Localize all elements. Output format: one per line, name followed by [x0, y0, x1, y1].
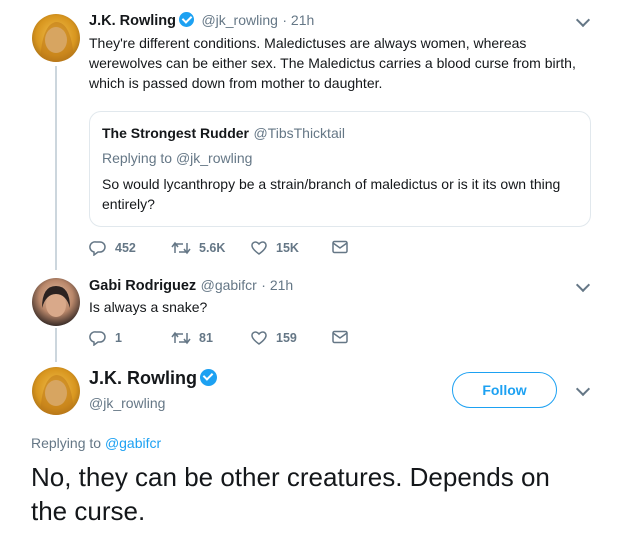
- chevron-down-icon[interactable]: [575, 277, 591, 293]
- reply-icon: [89, 331, 106, 346]
- follow-button[interactable]: Follow: [452, 372, 557, 408]
- timestamp[interactable]: · 21h: [282, 12, 314, 28]
- chevron-down-icon[interactable]: [575, 381, 591, 397]
- like-button[interactable]: 159: [250, 330, 297, 346]
- author-name[interactable]: J.K. Rowling: [89, 368, 197, 388]
- reply-count: 452: [115, 241, 136, 255]
- reply-button[interactable]: 1: [89, 330, 122, 346]
- tweet-header: J.K. Rowling @jk_rowling · 21h: [89, 12, 314, 30]
- author-handle[interactable]: @gabifcr: [201, 277, 257, 293]
- chevron-down-icon[interactable]: [575, 12, 591, 28]
- tweet-text-line: which is passed down from mother to daug…: [89, 75, 383, 91]
- follow-label: Follow: [482, 382, 527, 398]
- tweet-text-line: werewolves can be either sex. The Maledi…: [89, 55, 576, 71]
- tweet-text-line: They're different conditions. Maledictus…: [89, 35, 527, 51]
- like-icon: [251, 241, 267, 255]
- tweet-header: J.K. Rowling: [89, 368, 217, 389]
- dm-icon: [332, 240, 348, 254]
- main-tweet-text-line: No, they can be other creatures. Depends…: [31, 462, 550, 492]
- tweet-text: Is always a snake?: [89, 299, 208, 315]
- thread-line: [55, 66, 57, 270]
- quote-text-line: entirely?: [102, 196, 155, 212]
- tweet-header: Gabi Rodriguez @gabifcr · 21h: [89, 277, 293, 295]
- quote-author-name: The Strongest Rudder: [102, 125, 250, 141]
- avatar-image: [42, 286, 70, 317]
- dm-button[interactable]: [332, 330, 356, 344]
- replying-label: Replying to: [102, 150, 173, 166]
- main-tweet-text: No, they can be other creatures. Depends…: [31, 460, 611, 528]
- like-count: 159: [276, 331, 297, 345]
- reply-button[interactable]: 452: [89, 240, 136, 256]
- retweet-button[interactable]: 5.6K: [171, 240, 225, 256]
- retweet-icon: [171, 241, 191, 255]
- quote-header: The Strongest Rudder @TibsThicktail: [102, 125, 345, 143]
- author-handle[interactable]: @jk_rowling: [89, 395, 165, 411]
- main-tweet-text-line: the curse.: [31, 496, 146, 526]
- quote-author-handle: @TibsThicktail: [253, 125, 345, 141]
- quote-text-line: So would lycanthropy be a strain/branch …: [102, 176, 561, 192]
- like-icon: [251, 331, 267, 345]
- avatar[interactable]: [32, 14, 80, 62]
- avatar[interactable]: [32, 367, 80, 415]
- reply-icon: [89, 241, 106, 256]
- quoted-tweet[interactable]: The Strongest Rudder @TibsThicktail Repl…: [89, 111, 591, 227]
- retweet-button[interactable]: 81: [171, 330, 213, 346]
- dm-button[interactable]: [332, 240, 356, 254]
- reply-count: 1: [115, 331, 122, 345]
- like-count: 15K: [276, 241, 299, 255]
- replying-to: Replying to @gabifcr: [31, 435, 161, 451]
- author-name[interactable]: J.K. Rowling: [89, 13, 176, 29]
- author-handle[interactable]: @jk_rowling: [201, 12, 277, 28]
- avatar-image: [40, 22, 74, 62]
- quote-replying-to: Replying to @jk_rowling: [102, 150, 252, 166]
- author-name[interactable]: Gabi Rodriguez: [89, 278, 196, 294]
- replying-handle[interactable]: @gabifcr: [105, 435, 161, 451]
- verified-icon: [200, 369, 217, 386]
- avatar[interactable]: [32, 278, 80, 326]
- replying-label: Replying to: [31, 435, 102, 451]
- thread-line: [55, 328, 57, 362]
- avatar-image: [40, 375, 74, 415]
- replying-handle: @jk_rowling: [175, 150, 253, 166]
- quote-text: So would lycanthropy be a strain/branch …: [102, 174, 582, 214]
- verified-icon: [179, 12, 194, 27]
- retweet-count: 81: [199, 331, 213, 345]
- like-button[interactable]: 15K: [250, 240, 299, 256]
- retweet-count: 5.6K: [199, 241, 226, 255]
- timestamp[interactable]: · 21h: [261, 277, 293, 293]
- dm-icon: [332, 330, 348, 344]
- retweet-icon: [171, 331, 191, 345]
- tweet-text: They're different conditions. Maledictus…: [89, 33, 609, 93]
